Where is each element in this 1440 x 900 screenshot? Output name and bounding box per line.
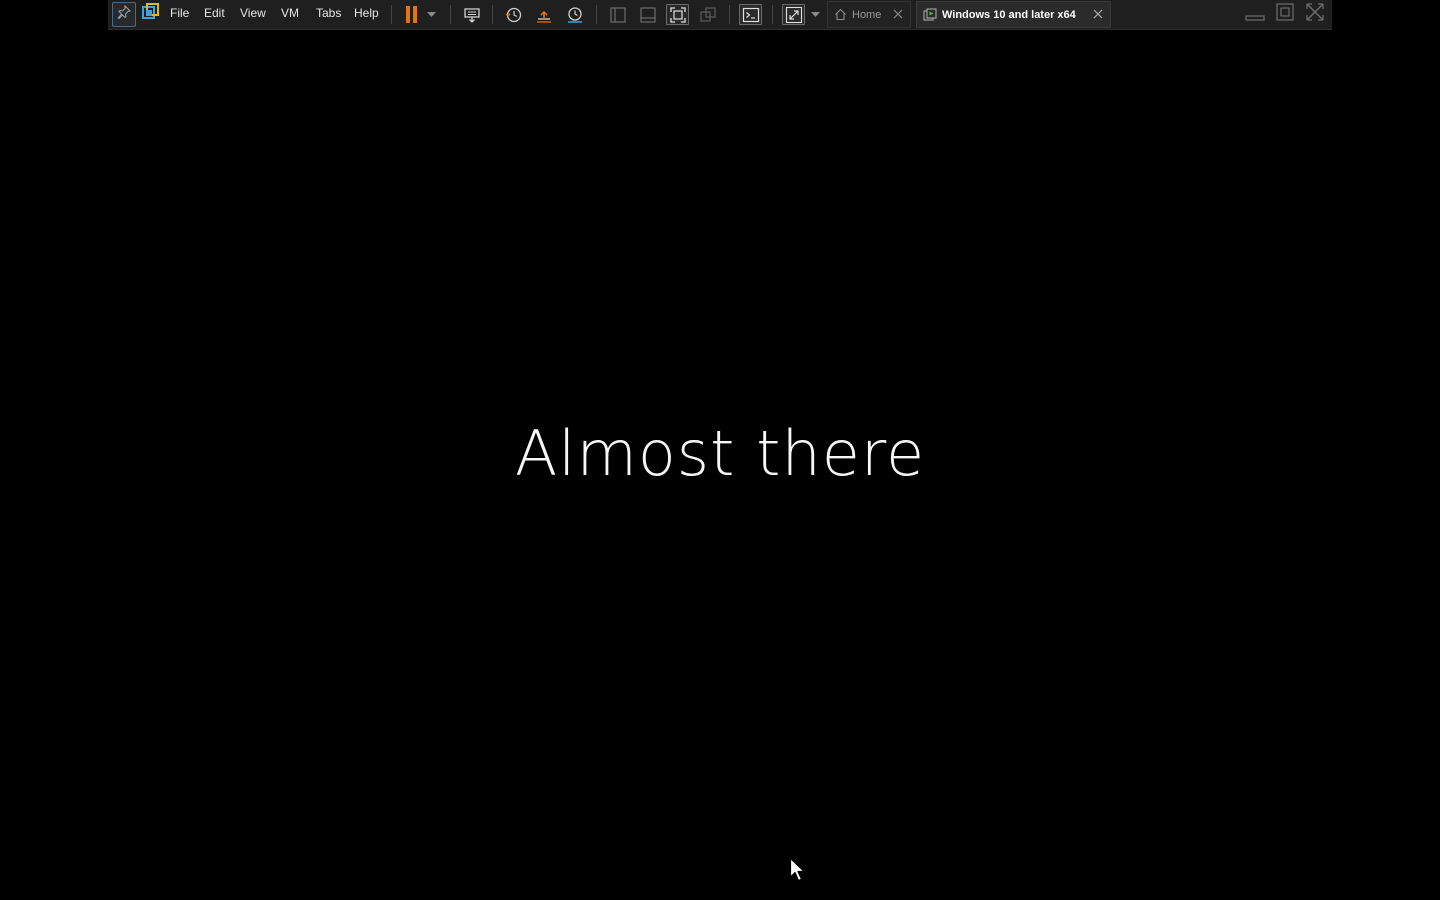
separator xyxy=(772,5,773,24)
menu-help[interactable]: Help xyxy=(352,4,381,22)
setup-status-message: Almost there xyxy=(514,417,926,490)
unity-button[interactable] xyxy=(697,4,719,25)
stretch-guest-button[interactable] xyxy=(782,4,805,25)
separator xyxy=(596,5,597,24)
vmware-logo-icon xyxy=(141,3,159,25)
close-tab-home-button[interactable] xyxy=(892,8,904,20)
take-snapshot-button[interactable] xyxy=(503,4,525,25)
snapshot-manager-button[interactable] xyxy=(564,4,586,25)
thumbnail-bar-icon xyxy=(639,6,657,24)
pin-icon xyxy=(117,4,131,24)
tab-home-label: Home xyxy=(852,8,882,21)
minimize-icon xyxy=(1245,2,1265,27)
console-icon xyxy=(742,6,760,24)
stretch-guest-icon xyxy=(785,6,803,24)
close-tab-vm-button[interactable] xyxy=(1092,8,1104,20)
separator xyxy=(729,5,730,24)
tab-home[interactable]: Home xyxy=(827,1,911,28)
separator xyxy=(391,5,392,24)
separator xyxy=(450,5,451,24)
unity-icon xyxy=(699,6,717,24)
menu-view[interactable]: View xyxy=(238,4,268,22)
send-ctrl-alt-del-button[interactable] xyxy=(461,4,483,25)
menu-vm[interactable]: VM xyxy=(279,4,301,22)
pause-icon xyxy=(405,6,419,23)
revert-snapshot-button[interactable] xyxy=(533,4,555,25)
show-library-button[interactable] xyxy=(607,4,629,25)
separator xyxy=(492,5,493,24)
close-icon xyxy=(1093,9,1103,19)
chevron-down-icon xyxy=(426,11,436,18)
restore-icon xyxy=(1275,2,1295,27)
pin-toolbar-button[interactable] xyxy=(112,2,136,27)
full-screen-button[interactable] xyxy=(666,4,689,25)
snapshot-revert-icon xyxy=(535,6,553,24)
minimize-button[interactable] xyxy=(1244,3,1266,25)
snapshot-manager-icon xyxy=(566,6,584,24)
full-screen-icon xyxy=(669,6,687,24)
vmware-menu-button[interactable] xyxy=(140,3,160,25)
vm-guest-screen[interactable]: File Edit View VM Tabs Help Home Windows… xyxy=(0,0,1440,900)
fullscreen-toolbar: File Edit View VM Tabs Help Home Windows… xyxy=(108,0,1332,30)
tab-vm[interactable]: Windows 10 and later x64 xyxy=(916,1,1111,28)
restore-button[interactable] xyxy=(1274,2,1296,27)
close-button[interactable] xyxy=(1304,2,1326,27)
close-icon xyxy=(893,9,903,19)
thumbnail-bar-button[interactable] xyxy=(637,4,659,25)
console-view-button[interactable] xyxy=(739,4,762,25)
library-panel-icon xyxy=(609,6,627,24)
menu-file[interactable]: File xyxy=(168,4,191,22)
menu-edit[interactable]: Edit xyxy=(202,4,227,22)
close-icon xyxy=(1305,2,1325,27)
send-ctrl-alt-del-icon xyxy=(463,6,481,24)
home-icon xyxy=(834,8,847,21)
power-options-dropdown[interactable] xyxy=(424,4,438,25)
snapshot-take-icon xyxy=(505,6,523,24)
chevron-down-icon xyxy=(810,11,820,18)
tab-vm-label: Windows 10 and later x64 xyxy=(942,8,1076,21)
mouse-cursor-icon xyxy=(789,857,807,883)
menu-tabs[interactable]: Tabs xyxy=(314,4,343,22)
vm-icon xyxy=(923,7,937,22)
pause-button[interactable] xyxy=(401,4,423,25)
stretch-options-dropdown[interactable] xyxy=(808,4,822,25)
